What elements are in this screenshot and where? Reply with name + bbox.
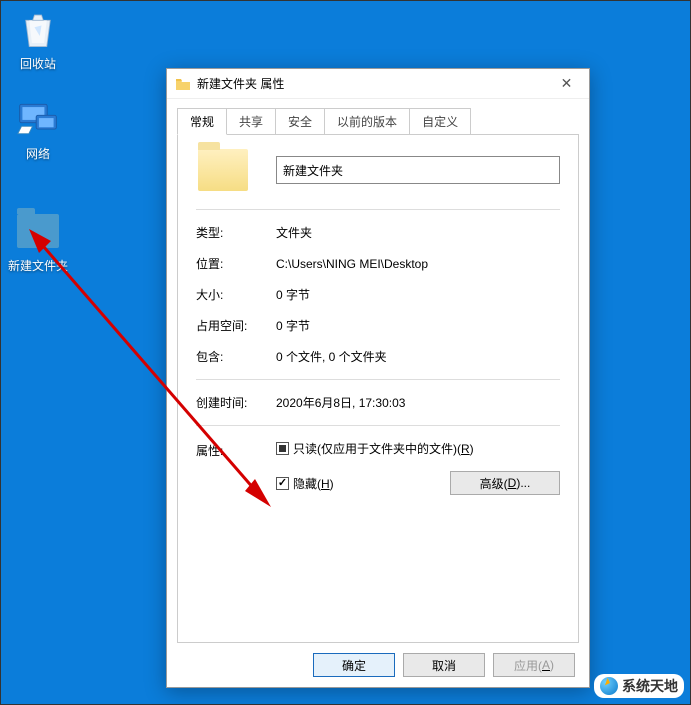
folder-name-input[interactable] (276, 156, 560, 184)
value-size-on-disk: 0 字节 (276, 317, 560, 334)
value-size: 0 字节 (276, 286, 560, 303)
label-type: 类型: (196, 224, 276, 241)
label-attributes: 属性: (196, 440, 276, 459)
apply-button[interactable]: 应用(A) (493, 653, 575, 677)
value-created: 2020年6月8日, 17:30:03 (276, 394, 560, 411)
checkbox-hidden[interactable]: 隐藏(H) (276, 475, 334, 492)
desktop-icon-network[interactable]: 网络 (3, 95, 73, 162)
dialog-title: 新建文件夹 属性 (197, 75, 544, 92)
advanced-button[interactable]: 高级(D)... (450, 471, 560, 495)
titlebar[interactable]: 新建文件夹 属性 ✕ (167, 69, 589, 99)
value-contains: 0 个文件, 0 个文件夹 (276, 348, 560, 365)
folder-icon (14, 207, 62, 255)
checkbox-readonly-label: 只读(仅应用于文件夹中的文件)(R) (293, 440, 474, 457)
folder-icon (175, 76, 191, 92)
watermark-text: 系统天地 (622, 676, 678, 696)
cancel-button[interactable]: 取消 (403, 653, 485, 677)
globe-icon (600, 677, 618, 695)
tab-general[interactable]: 常规 (177, 108, 227, 135)
desktop-icon-label: 新建文件夹 (3, 257, 73, 274)
value-type: 文件夹 (276, 224, 560, 241)
desktop-icon-label: 回收站 (3, 55, 73, 72)
tab-previous-versions[interactable]: 以前的版本 (324, 108, 410, 135)
desktop-icon-newfolder[interactable]: 新建文件夹 (3, 207, 73, 274)
label-contains: 包含: (196, 348, 276, 365)
value-location: C:\Users\NING MEI\Desktop (276, 257, 560, 271)
ok-button[interactable]: 确定 (313, 653, 395, 677)
desktop-icon-label: 网络 (3, 145, 73, 162)
properties-dialog: 新建文件夹 属性 ✕ 常规 共享 安全 以前的版本 自定义 类型:文件夹 位置:… (166, 68, 590, 688)
watermark: 系统天地 (594, 674, 684, 698)
label-created: 创建时间: (196, 394, 276, 411)
desktop-icon-recycle[interactable]: 回收站 (3, 5, 73, 72)
network-icon (14, 95, 62, 143)
checkbox-indeterminate-icon (276, 442, 289, 455)
checkbox-hidden-label: 隐藏(H) (293, 475, 334, 492)
tab-security[interactable]: 安全 (275, 108, 325, 135)
checkbox-readonly[interactable]: 只读(仅应用于文件夹中的文件)(R) (276, 440, 474, 457)
checkbox-checked-icon (276, 477, 289, 490)
tabpanel-general: 类型:文件夹 位置:C:\Users\NING MEI\Desktop 大小:0… (177, 134, 579, 643)
recycle-bin-icon (14, 5, 62, 53)
dialog-buttonbar: 确定 取消 应用(A) (177, 643, 579, 677)
tab-sharing[interactable]: 共享 (226, 108, 276, 135)
label-size-on-disk: 占用空间: (196, 317, 276, 334)
folder-icon (198, 149, 248, 191)
tab-custom[interactable]: 自定义 (409, 108, 471, 135)
close-button[interactable]: ✕ (544, 69, 589, 98)
label-location: 位置: (196, 255, 276, 272)
label-size: 大小: (196, 286, 276, 303)
tabstrip: 常规 共享 安全 以前的版本 自定义 (177, 107, 579, 134)
